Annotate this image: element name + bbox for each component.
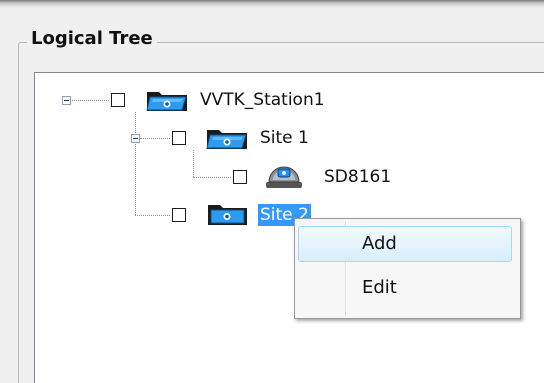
tree-connector <box>69 100 109 101</box>
tree-connector <box>135 215 170 216</box>
tree-node-site1-label[interactable]: Site 1 <box>258 127 311 149</box>
dome-camera-icon <box>266 166 302 188</box>
collapse-site1-toggle[interactable] <box>131 134 140 143</box>
open-folder-icon <box>146 92 187 111</box>
site1-checkbox[interactable] <box>172 131 186 145</box>
tree-node-device-label[interactable]: SD8161 <box>322 166 393 188</box>
menu-item-edit[interactable]: Edit <box>298 270 512 306</box>
window-top-edge <box>0 0 544 8</box>
tree-connector <box>135 112 136 215</box>
menu-item-add[interactable]: Add <box>298 226 512 262</box>
open-folder-icon <box>206 130 247 149</box>
closed-folder-icon <box>208 205 247 225</box>
root-node-checkbox[interactable] <box>111 93 125 107</box>
tree-node-root-label[interactable]: VVTK_Station1 <box>198 89 327 111</box>
context-menu: Add Edit <box>294 218 521 319</box>
tree-connector <box>193 177 231 178</box>
groupbox-title: Logical Tree <box>27 28 157 49</box>
device-checkbox[interactable] <box>233 170 247 184</box>
collapse-root-toggle[interactable] <box>62 96 71 105</box>
tree-connector <box>140 138 170 139</box>
site2-checkbox[interactable] <box>172 208 186 222</box>
tree-connector <box>193 150 194 177</box>
